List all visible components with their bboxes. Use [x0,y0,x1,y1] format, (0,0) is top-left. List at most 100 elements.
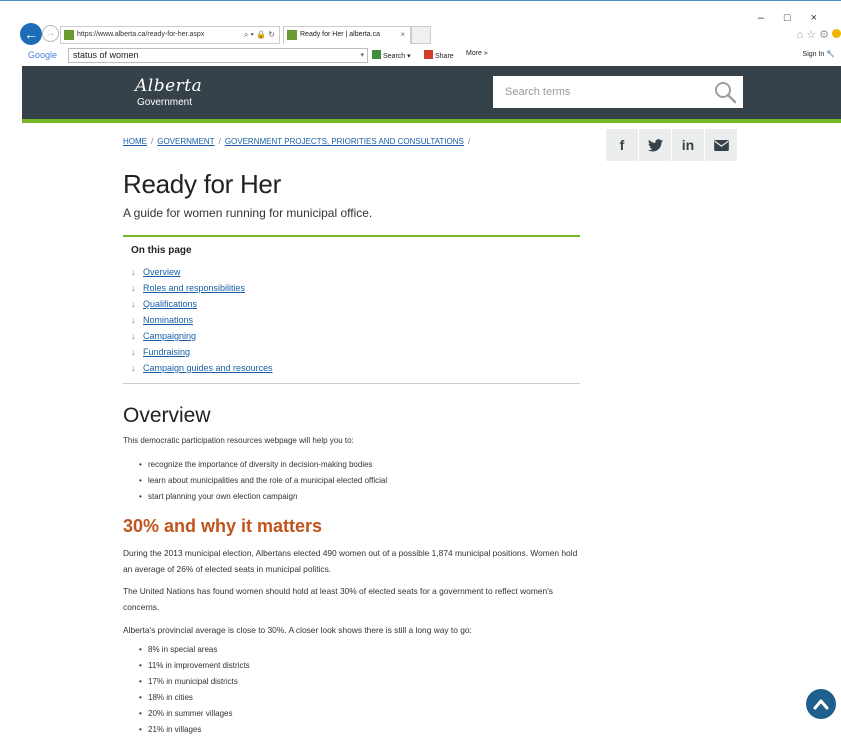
browser-right-icons[interactable]: ⌂ ☆ ⚙ [796,28,841,41]
breadcrumb-separator: / [218,137,221,146]
list-item: learn about municipalities and the role … [139,475,387,491]
tab-title: Ready for Her | alberta.ca [300,31,381,38]
envelope-glyph [713,139,729,151]
breadcrumb-projects[interactable]: GOVERNMENT PROJECTS, PRIORITIES AND CONS… [225,137,464,146]
header-accent-bar [22,119,841,123]
toolbar-search-value: status of women [73,50,139,60]
tab-favicon-icon [287,30,297,40]
facebook-glyph: f [619,137,625,153]
list-item: ↓ Nominations [131,313,273,329]
on-this-page-heading: On this page [131,245,192,256]
paragraph-election: During the 2013 municipal election, Albe… [123,548,578,574]
wrench-icon[interactable]: 🔧 [826,51,835,58]
toolbar-more-button[interactable]: More » [466,50,488,57]
toolbar-search-input[interactable]: status of women ▾ [68,48,368,63]
toolbar-signin[interactable]: Sign In 🔧 [803,50,835,58]
back-to-top-button[interactable] [806,689,836,719]
toc-link-roles[interactable]: Roles and responsibilities [143,283,245,293]
site-favicon-icon [64,30,74,40]
list-item: 21% in villages [139,724,250,740]
pin-icon: ↓ [131,316,135,325]
list-item: ↓ Campaigning [131,329,273,345]
list-item: ↓ Fundraising [131,345,273,361]
site-header: Alberta Government [22,66,841,119]
on-this-page-list: ↓ Overview ↓ Roles and responsibilities ↓ Q… [131,265,273,377]
search-icon [372,50,381,59]
breadcrumb-separator: / [151,137,154,146]
logo-subtext: Government [137,97,193,108]
toolbar-search-button[interactable]: Search ▾ [372,50,411,60]
toolbar-search-label: Search [383,53,406,60]
tab-close-icon[interactable]: × [400,27,405,43]
social-share: f in [606,129,737,161]
on-this-page-divider-top [123,235,580,237]
google-logo: Google [28,50,58,60]
breadcrumb-government[interactable]: GOVERNMENT [157,137,214,146]
share-icon [424,50,433,59]
smiley-icon[interactable] [832,29,841,38]
pin-icon: ↓ [131,364,135,373]
search-icon[interactable] [713,80,737,104]
toc-link-guides[interactable]: Campaign guides and resources [143,363,273,373]
paragraph-provincial: Alberta's provincial average is close to… [123,625,472,635]
site-search [493,76,743,108]
address-controls-icon[interactable]: ⌕ ▾ 🔒 ↻ [244,27,275,43]
toc-link-fundraising[interactable]: Fundraising [143,347,190,357]
back-button[interactable]: ← [20,23,42,45]
site-search-input[interactable] [493,76,703,108]
browser-frame-top [0,0,841,10]
twitter-icon[interactable] [639,129,671,161]
breadcrumb: HOME / GOVERNMENT / GOVERNMENT PROJECTS, PRI… [123,137,474,146]
window-controls[interactable]: –□× [758,12,837,24]
forward-button[interactable]: → [42,25,59,42]
pin-icon: ↓ [131,348,135,357]
logo-wordmark: Alberta [135,76,203,96]
list-item: ↓ Overview [131,265,273,281]
toc-link-nominations[interactable]: Nominations [143,315,193,325]
chevron-up-icon [813,699,829,710]
toc-link-overview[interactable]: Overview [143,267,181,277]
page-subtitle: A guide for women running for municipal … [123,206,373,220]
list-item: ↓ Campaign guides and resources [131,361,273,377]
page-title: Ready for Her [123,169,281,199]
toc-link-campaigning[interactable]: Campaigning [143,331,196,341]
stats-list: 8% in special areas 11% in improvement d… [139,644,250,740]
chevron-down-icon[interactable]: ▾ [360,49,364,62]
breadcrumb-home[interactable]: HOME [123,137,147,146]
list-item: 20% in summer villages [139,708,250,724]
alberta-logo[interactable]: Alberta Government [135,76,202,108]
list-item: start planning your own election campaig… [139,491,387,507]
pin-icon: ↓ [131,300,135,309]
pin-icon: ↓ [131,268,135,277]
list-item: 8% in special areas [139,644,250,660]
linkedin-glyph: in [681,137,695,153]
browser-tab-active[interactable]: Ready for Her | alberta.ca × [283,26,411,44]
breadcrumb-separator: / [467,137,471,146]
list-item: 17% in municipal districts [139,676,250,692]
list-item: ↓ Roles and responsibilities [131,281,273,297]
google-toolbar: Google status of women ▾ Search ▾ Share … [0,46,841,64]
toolbar-signin-label: Sign In [802,51,825,58]
toc-link-qualifications[interactable]: Qualifications [143,299,197,309]
facebook-icon[interactable]: f [606,129,638,161]
linkedin-icon[interactable]: in [672,129,704,161]
overview-heading: Overview [123,404,211,427]
list-item: 11% in improvement districts [139,660,250,676]
pin-icon: ↓ [131,332,135,341]
overview-bullets: recognize the importance of diversity in… [139,459,387,507]
on-this-page-divider-bottom [123,383,580,384]
list-item: ↓ Qualifications [131,297,273,313]
new-tab-button[interactable] [411,26,431,44]
twitter-glyph [647,138,663,151]
address-bar[interactable]: https://www.alberta.ca/ready-for-her.asp… [60,26,280,44]
toolbar-share-label: Share [435,53,454,60]
list-item: 18% in cities [139,692,250,708]
toolbar-share-button[interactable]: Share [424,50,454,60]
email-icon[interactable] [705,129,737,161]
matters-heading: 30% and why it matters [123,516,323,536]
list-item: recognize the importance of diversity in… [139,459,387,475]
paragraph-un: The United Nations has found women shoul… [123,586,553,612]
pin-icon: ↓ [131,284,135,293]
overview-intro: This democratic participation resources … [123,436,354,445]
address-url: https://www.alberta.ca/ready-for-her.asp… [77,31,205,38]
